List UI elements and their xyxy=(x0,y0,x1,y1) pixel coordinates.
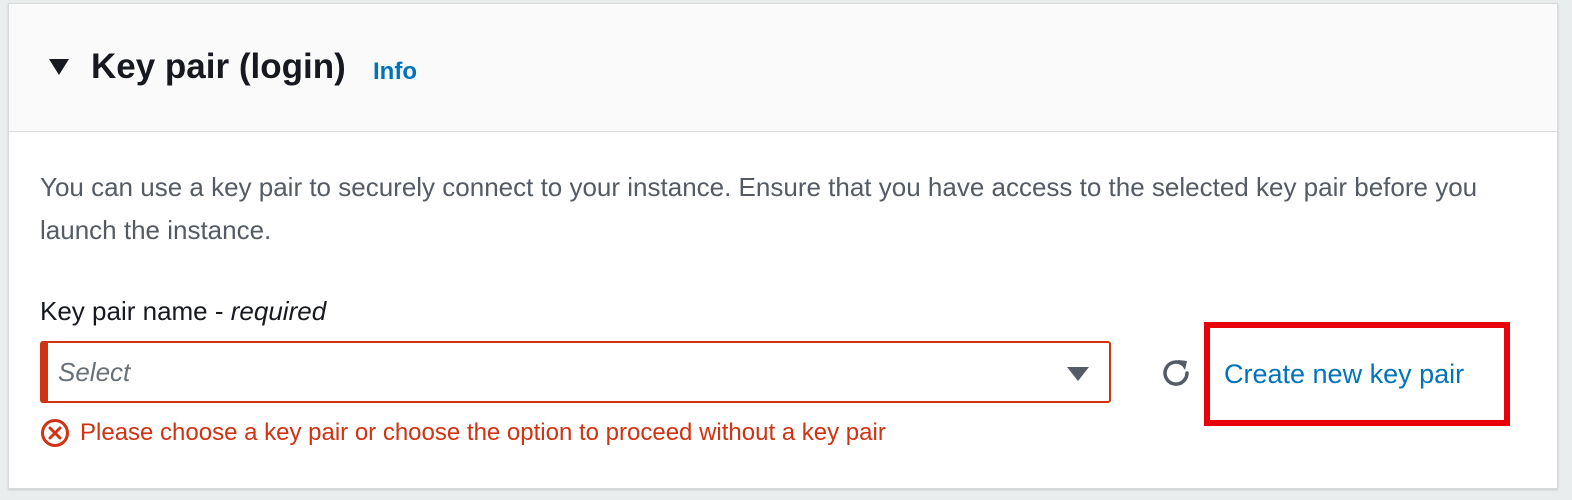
collapse-caret-icon[interactable] xyxy=(49,59,69,75)
refresh-icon xyxy=(1163,360,1189,386)
panel-header: Key pair (login) Info xyxy=(9,4,1557,132)
key-pair-name-label: Key pair name - required xyxy=(40,294,326,328)
refresh-button[interactable] xyxy=(1158,355,1194,391)
info-link[interactable]: Info xyxy=(373,57,417,87)
dropdown-caret-icon xyxy=(1067,367,1089,381)
section-description: You can use a key pair to securely conne… xyxy=(40,172,1478,245)
error-text: Please choose a key pair or choose the o… xyxy=(80,419,886,446)
error-icon xyxy=(41,419,69,447)
field-label-text: Key pair name - xyxy=(40,296,224,326)
key-pair-select[interactable]: Select xyxy=(40,341,1111,403)
highlight-box xyxy=(1204,322,1510,426)
select-placeholder: Select xyxy=(58,357,131,387)
error-message: Please choose a key pair or choose the o… xyxy=(40,416,886,450)
required-label: required xyxy=(230,296,327,326)
section-title: Key pair (login) xyxy=(91,47,346,86)
